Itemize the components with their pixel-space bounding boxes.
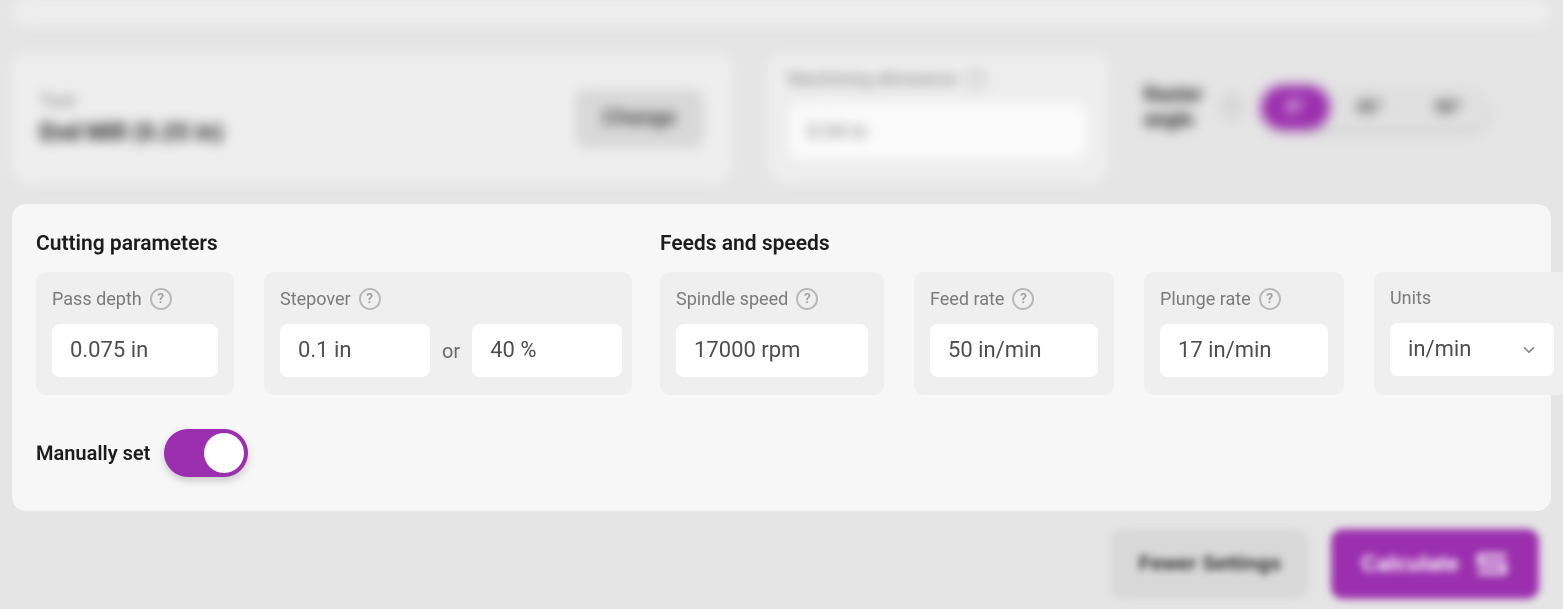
feed-rate-label: Feed rate [930,289,1004,310]
help-icon[interactable]: ? [796,288,818,310]
spindle-speed-input[interactable] [676,324,868,377]
help-icon[interactable]: ? [150,288,172,310]
plunge-rate-input[interactable] [1160,324,1328,377]
raster-option-0[interactable]: 0° [1261,85,1330,130]
feeds-speeds-section: Feeds and speeds Spindle speed ? Feed ra… [660,232,1563,395]
tool-card: Tool End Mill (0.25 in) Change [12,54,732,182]
help-icon[interactable]: ? [359,288,381,310]
tool-label: Tool [40,91,223,112]
blurred-banner [12,0,1551,24]
help-icon[interactable]: ? [1259,288,1281,310]
toolpath-icon [1475,547,1509,581]
fewer-settings-button[interactable]: Fewer Settings [1111,529,1309,599]
stepover-length-input[interactable] [280,324,430,377]
help-icon[interactable]: ? [965,68,987,90]
manually-set-label: Manually set [36,441,150,465]
tool-name: End Mill (0.25 in) [40,118,223,146]
stepover-card: Stepover ? or [264,272,632,395]
pass-depth-card: Pass depth ? [36,272,234,395]
machining-allowance-label: Machining allowance [788,69,957,90]
toggle-knob [204,433,244,473]
help-icon[interactable]: ? [1012,288,1034,310]
raster-angle-label: Rasterangle [1144,82,1203,132]
feeds-speeds-title: Feeds and speeds [660,232,1563,256]
raster-angle-segmented: 0° 45° 90° [1261,85,1489,130]
pass-depth-label: Pass depth [52,289,142,310]
cutting-parameters-section: Cutting parameters Pass depth ? Stepover… [36,232,632,395]
plunge-rate-card: Plunge rate ? [1144,272,1344,395]
units-label: Units [1390,288,1431,309]
feed-rate-input[interactable] [930,324,1098,377]
raster-option-90[interactable]: 90° [1409,85,1488,130]
manually-set-row: Manually set [36,429,1527,477]
plunge-rate-label: Plunge rate [1160,289,1251,310]
change-tool-button[interactable]: Change [575,89,704,148]
spindle-speed-card: Spindle speed ? [660,272,884,395]
manually-set-toggle[interactable] [164,429,248,477]
help-icon[interactable]: ? [1221,96,1243,118]
machining-allowance-input[interactable] [788,102,1088,160]
cutting-parameters-title: Cutting parameters [36,232,632,256]
calculate-button-label: Calculate [1361,551,1459,577]
raster-option-45[interactable]: 45° [1330,85,1409,130]
raster-angle-block: Rasterangle ? 0° 45° 90° [1144,54,1488,132]
stepover-percent-input[interactable] [472,324,622,377]
stepover-or-label: or [442,339,460,363]
footer-actions: Fewer Settings Calculate [0,511,1563,599]
feed-rate-card: Feed rate ? [914,272,1114,395]
machining-allowance-card: Machining allowance ? [768,54,1108,182]
parameters-panel: Cutting parameters Pass depth ? Stepover… [12,204,1551,511]
pass-depth-input[interactable] [52,324,218,377]
units-select[interactable] [1390,323,1554,376]
units-card: Units [1374,272,1563,395]
calculate-button[interactable]: Calculate [1331,529,1539,599]
stepover-label: Stepover [280,289,351,310]
spindle-speed-label: Spindle speed [676,289,788,310]
